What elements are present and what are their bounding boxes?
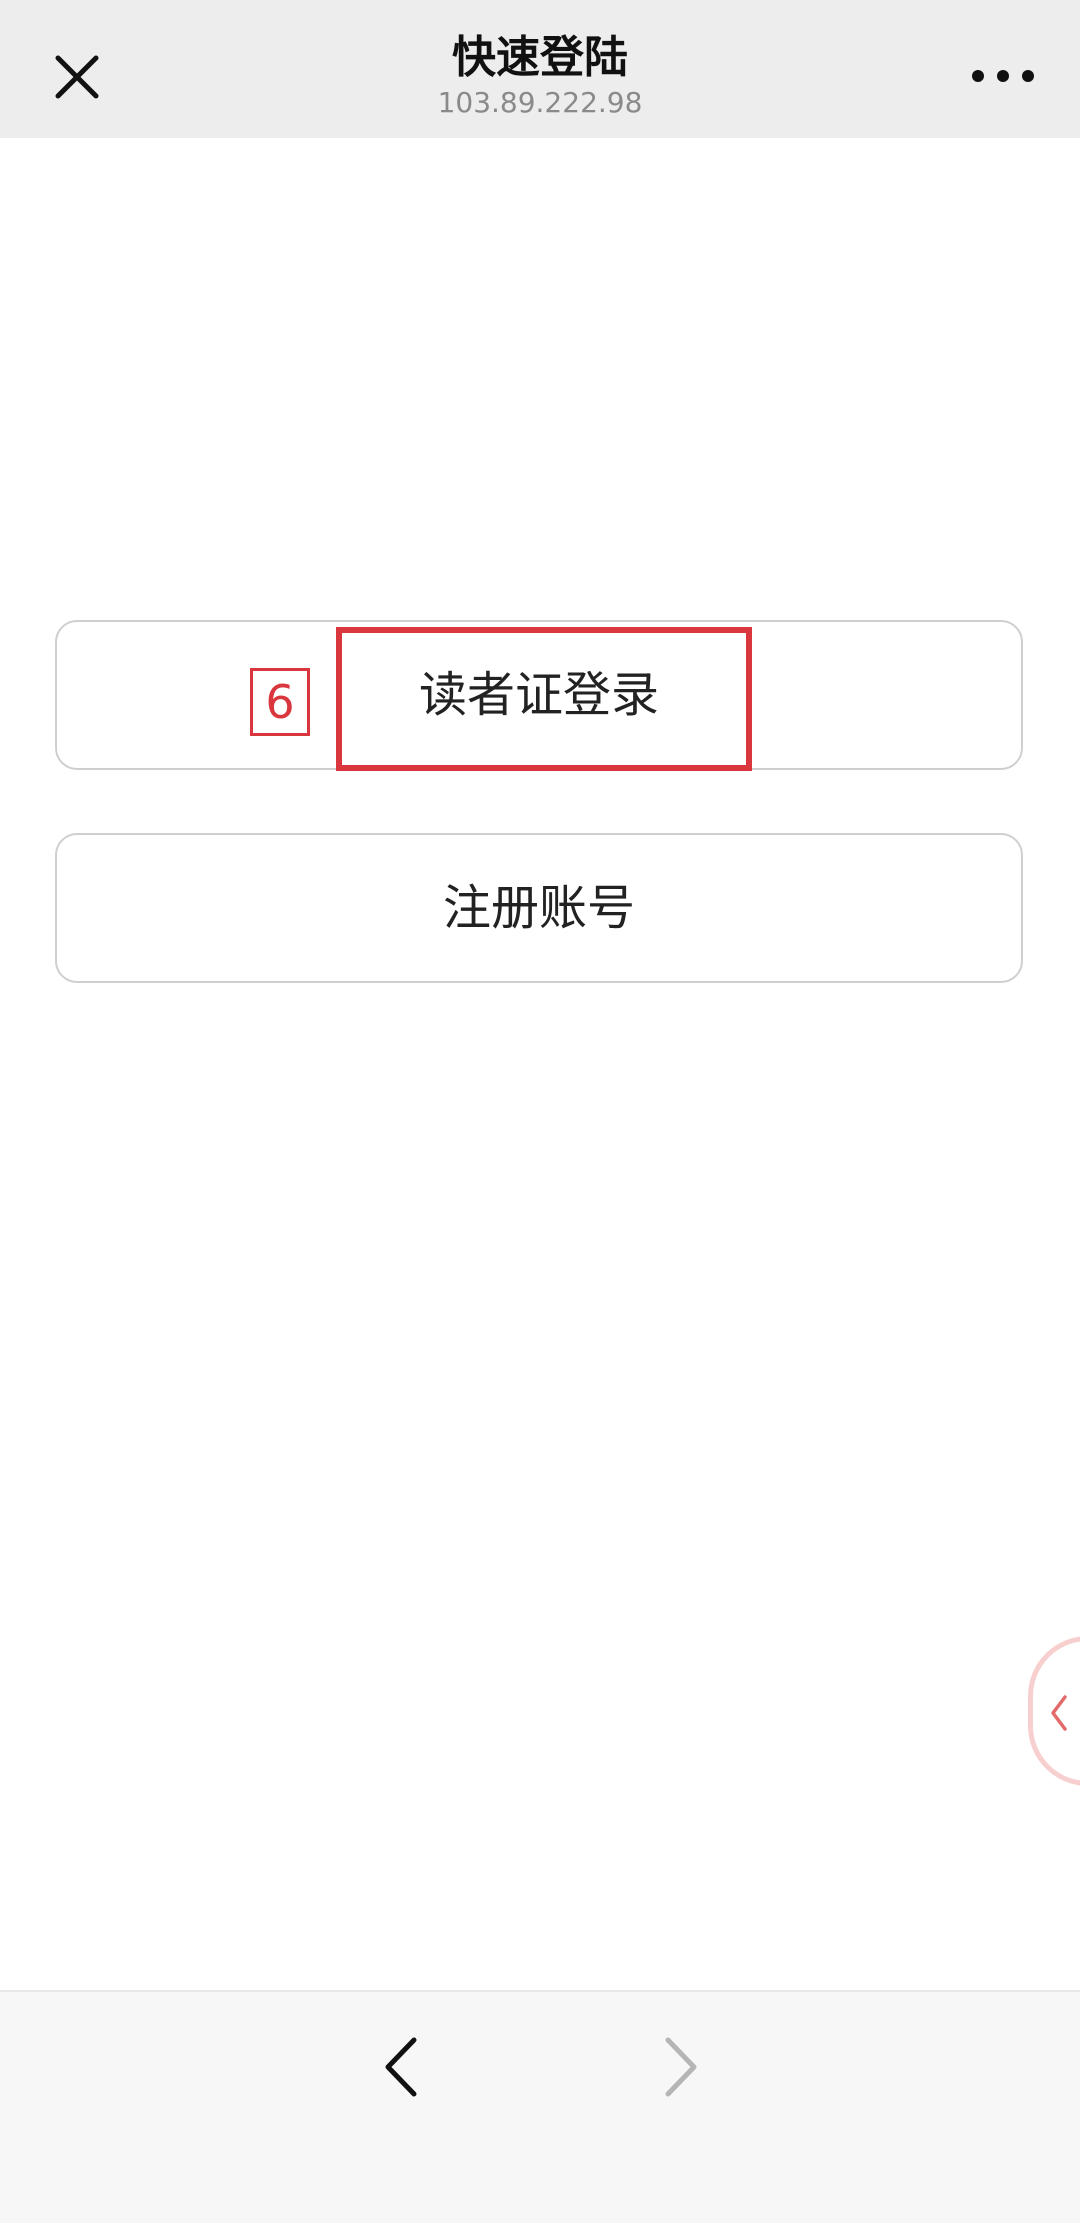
top-navigation-bar: 快速登陆 103.89.222.98: [0, 0, 1080, 138]
annotation-number-label: 6: [250, 668, 310, 736]
bottom-toolbar: [0, 1990, 1080, 2223]
close-icon[interactable]: [44, 44, 110, 110]
back-chevron-icon[interactable]: [374, 2032, 430, 2102]
page-url: 103.89.222.98: [437, 86, 643, 119]
more-icon[interactable]: [966, 46, 1040, 106]
title-block: 快速登陆 103.89.222.98: [240, 30, 840, 120]
chevron-left-icon: [1051, 1695, 1067, 1731]
floating-side-handle[interactable]: [1028, 1636, 1080, 1786]
forward-chevron-icon[interactable]: [652, 2032, 708, 2102]
reader-login-button[interactable]: 读者证登录: [55, 620, 1023, 770]
page-title: 快速登陆: [452, 32, 628, 83]
register-account-button[interactable]: 注册账号: [55, 833, 1023, 983]
